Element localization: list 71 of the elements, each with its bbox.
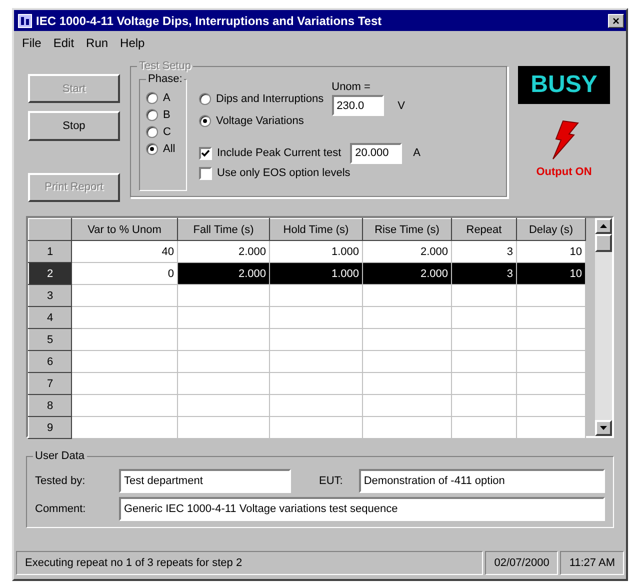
column-header[interactable]: Fall Time (s): [178, 218, 270, 240]
menu-item[interactable]: Edit: [53, 36, 74, 50]
radio-button[interactable]: [146, 92, 158, 104]
row-header[interactable]: 2: [28, 262, 72, 284]
radio-button[interactable]: [146, 108, 158, 120]
checkbox[interactable]: [199, 166, 212, 180]
status-pane: 02/07/2000: [485, 551, 558, 575]
menu-item[interactable]: Run: [86, 36, 108, 50]
checkbox-label: Use only EOS option levels: [217, 167, 350, 179]
field-label: Comment:: [35, 503, 87, 515]
radio-label: Voltage Variations: [216, 115, 304, 127]
corner-cell: [28, 218, 72, 240]
unom-label: Unom =: [332, 81, 372, 93]
current-field[interactable]: 20.000: [350, 142, 402, 164]
menu-item[interactable]: File: [22, 36, 42, 50]
row-header[interactable]: 7: [28, 372, 72, 394]
radio-label: A: [163, 92, 170, 104]
row-header[interactable]: 3: [28, 284, 72, 306]
table-cell: 1.000: [270, 262, 362, 284]
menu-item[interactable]: Help: [120, 36, 145, 50]
comment-field[interactable]: Generic IEC 1000-4-11 Voltage variations test sequence: [119, 497, 605, 521]
row-header[interactable]: 1: [28, 240, 72, 262]
check-icon: [201, 148, 210, 158]
radio-button[interactable]: [199, 115, 211, 127]
row-header[interactable]: 9: [28, 416, 72, 438]
column-header[interactable]: Hold Time (s): [270, 218, 362, 240]
radio-button[interactable]: [199, 93, 211, 105]
tested-by-field[interactable]: Test department: [119, 469, 291, 493]
column-header[interactable]: Delay (s): [516, 218, 586, 240]
field-label: EUT:: [319, 475, 343, 487]
table-cell: 2.000: [362, 262, 452, 284]
table-cell: 40: [72, 240, 178, 262]
voltage-field[interactable]: 230.0: [332, 95, 384, 116]
field-label: Tested by:: [35, 475, 86, 487]
row-header[interactable]: 4: [28, 306, 72, 328]
table-cell: 10: [516, 262, 586, 284]
down-arrow-icon: [600, 426, 607, 430]
up-arrow-icon: [600, 224, 607, 228]
eut-field[interactable]: Demonstration of -411 option: [358, 469, 605, 493]
group-title: Test Setup: [137, 60, 193, 72]
close-button[interactable]: ×: [608, 14, 624, 28]
table-cell: 2.000: [178, 262, 270, 284]
radio-label: All: [163, 142, 176, 154]
column-header[interactable]: Rise Time (s): [362, 218, 452, 240]
unit-label: V: [398, 100, 405, 112]
scroll-thumb[interactable]: [595, 234, 612, 252]
radio-label: Dips and Interruptions: [216, 93, 324, 105]
column-header[interactable]: Repeat: [452, 218, 516, 240]
group-title: Phase:: [146, 73, 184, 85]
radio-button[interactable]: [146, 126, 158, 138]
group-title: User Data: [33, 450, 87, 462]
table-cell: 0: [72, 262, 178, 284]
column-header[interactable]: Var to % Unom: [72, 218, 178, 240]
row-header[interactable]: 5: [28, 328, 72, 350]
checkbox[interactable]: [199, 146, 212, 160]
status-pane: Executing repeat no 1 of 3 repeats for step 2: [16, 551, 484, 575]
row-header[interactable]: 8: [28, 394, 72, 416]
unit-label: A: [413, 147, 420, 159]
busy-indicator: BUSY: [518, 66, 610, 104]
app-icon: [18, 14, 32, 28]
scrollbar[interactable]: [595, 218, 612, 436]
radio-label: B: [163, 108, 170, 120]
window-title: IEC 1000-4-11 Voltage Dips, Interruptions and Variations Test: [36, 14, 383, 28]
radio-label: C: [163, 126, 171, 138]
table-cell: 3: [452, 262, 516, 284]
output-status: Output ON: [536, 166, 592, 178]
status-pane: 11:27 AM: [560, 551, 624, 575]
row-header[interactable]: 6: [28, 350, 72, 372]
checkbox-label: Include Peak Current test: [217, 147, 342, 159]
action-button[interactable]: Stop: [28, 111, 120, 141]
radio-button[interactable]: [146, 142, 158, 154]
